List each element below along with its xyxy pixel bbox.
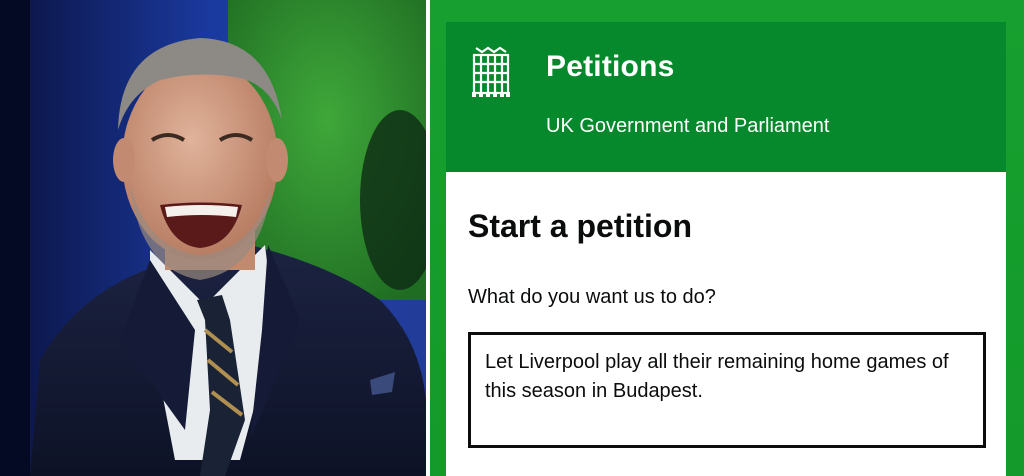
presenter-photo (0, 0, 426, 476)
site-header: Petitions UK Government and Parliament (446, 22, 1006, 172)
page-title: Start a petition (468, 208, 693, 244)
petition-form: Start a petition What do you want us to … (446, 172, 1006, 476)
petition-action-textarea[interactable]: Let Liverpool play all their remaining h… (468, 332, 986, 448)
petition-screenshot: Petitions UK Government and Parliament S… (430, 0, 1024, 476)
presenter-illustration (0, 0, 426, 476)
meme-image: Petitions UK Government and Parliament S… (0, 0, 1024, 476)
petition-action-label: What do you want us to do? (468, 286, 716, 308)
site-subtitle: UK Government and Parliament (546, 115, 830, 137)
site-title[interactable]: Petitions (546, 50, 674, 84)
portcullis-icon[interactable] (468, 42, 514, 98)
